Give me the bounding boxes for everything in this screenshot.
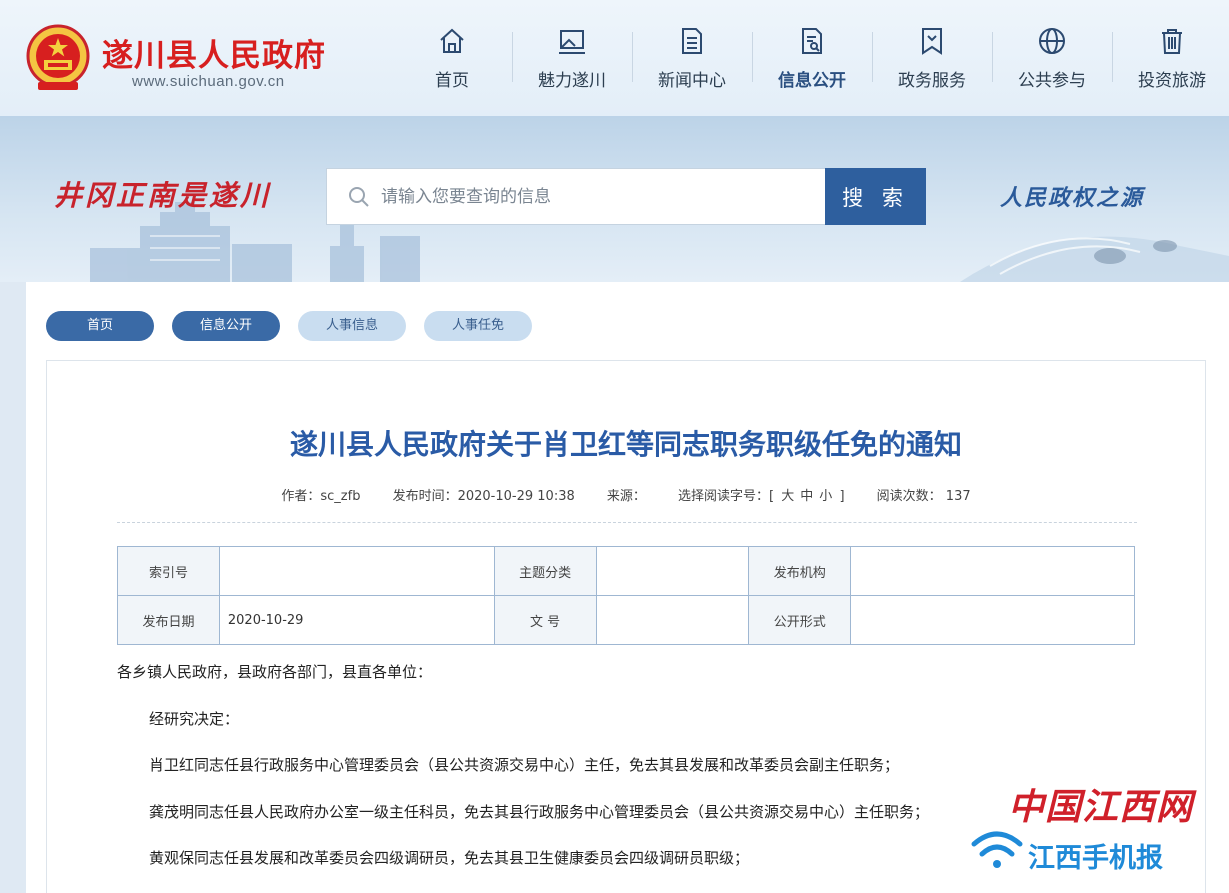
font-size-small[interactable]: 小: [819, 489, 832, 504]
font-size-medium[interactable]: 中: [800, 489, 813, 504]
search-input[interactable]: [381, 169, 811, 224]
paragraph: 黄观保同志任县发展和改革委员会四级调研员，免去其县卫生健康委员会四级调研员职级；: [149, 849, 750, 867]
bookmark-icon: [922, 28, 942, 55]
meta-source: 来源：: [606, 489, 646, 504]
search-icon: [349, 187, 369, 207]
value-disclosure-form: [850, 595, 1135, 645]
meta-author: 作者：sc_zfb: [281, 489, 361, 504]
label-disclosure-form: 公开形式: [748, 595, 852, 645]
paragraph: 龚茂明同志任县人民政府办公室一级主任科员，免去其县行政服务中心管理委员会（县公共…: [149, 802, 930, 821]
banner: 井冈正南是遂川 人民政权之源 搜 索: [0, 116, 1229, 282]
watermark-jxnews: 中国江西网: [1008, 786, 1194, 828]
label-publisher: 发布机构: [748, 546, 852, 596]
document-icon: [682, 28, 702, 54]
nav-label: 政务服务: [898, 71, 966, 91]
nav-label: 魅力遂川: [538, 71, 606, 91]
value-topic-category: [595, 546, 750, 596]
paragraph: 肖卫红同志任县行政服务中心管理委员会（县公共资源交易中心）主任，免去其县发展和改…: [149, 756, 900, 774]
nav-label: 投资旅游: [1138, 71, 1206, 91]
nav-label: 信息公开: [778, 71, 846, 91]
nav-item-participation[interactable]: 公共参与: [992, 22, 1112, 92]
meta-divider: [117, 522, 1137, 523]
breadcrumb-home[interactable]: 首页: [46, 311, 154, 341]
label-publish-date: 发布日期: [117, 595, 220, 645]
font-size-label: 选择阅读字号：[: [678, 489, 775, 504]
main-nav: 首页 魅力遂川 新闻中心 信息公开 政务服务 公共参与 投资旅游: [392, 22, 1229, 92]
nav-item-charm[interactable]: 魅力遂川: [512, 22, 632, 92]
file-search-icon: [802, 28, 822, 54]
table-row: 发布日期 2020-10-29 文 号 公开形式: [117, 595, 1135, 645]
article-body: 各乡镇人民政府，县政府各部门，县直各单位： 经研究决定： 肖卫红同志任县行政服务…: [117, 657, 1117, 890]
site-title[interactable]: 遂川县人民政府: [102, 30, 326, 75]
site-header: 遂川县人民政府 www.suichuan.gov.cn 首页 魅力遂川 新闻中心…: [0, 0, 1229, 116]
nav-item-home[interactable]: 首页: [392, 22, 512, 92]
info-table: 索引号 主题分类 发布机构 发布日期 2020-10-29 文 号 公开形式: [117, 546, 1135, 645]
breadcrumb: 首页 信息公开 人事信息 人事任免: [46, 311, 532, 341]
nav-item-info-disclosure[interactable]: 信息公开: [752, 22, 872, 92]
home-icon: [440, 28, 464, 53]
nav-label: 首页: [435, 71, 469, 91]
nav-label: 新闻中心: [658, 71, 726, 91]
paragraph-salutation: 各乡镇人民政府，县政府各部门，县直各单位：: [117, 663, 433, 681]
breadcrumb-appointments[interactable]: 人事任免: [424, 311, 532, 341]
slogan-left: 井冈正南是遂川: [54, 179, 272, 212]
search-button[interactable]: 搜 索: [825, 168, 926, 225]
label-document-number: 文 号: [493, 595, 597, 645]
watermark-jx-mobile: 江西手机报: [1028, 843, 1163, 874]
meta-font-size: 选择阅读字号：[ 大中小 ]: [678, 489, 844, 504]
signal-icon: [971, 831, 1023, 868]
meta-publish-time: 发布时间：2020-10-29 10:38: [392, 489, 575, 504]
breadcrumb-personnel-info[interactable]: 人事信息: [298, 311, 406, 341]
font-size-large[interactable]: 大: [781, 489, 794, 504]
nav-label: 公共参与: [1018, 71, 1086, 91]
slogan-right: 人民政权之源: [1000, 185, 1145, 211]
trash-icon: [1162, 29, 1182, 54]
value-publisher: [850, 546, 1135, 596]
national-emblem-icon[interactable]: [26, 24, 90, 94]
article-title: 遂川县人民政府关于肖卫红等同志职务职级任免的通知: [289, 428, 962, 461]
globe-icon: [1039, 28, 1065, 54]
nav-item-investment[interactable]: 投资旅游: [1112, 22, 1229, 92]
value-index-number: [218, 546, 495, 596]
value-publish-date: 2020-10-29: [218, 595, 495, 645]
table-row: 索引号 主题分类 发布机构: [117, 546, 1135, 596]
label-index-number: 索引号: [117, 546, 220, 596]
paragraph: 经研究决定：: [149, 709, 240, 728]
value-document-number: [595, 595, 750, 645]
watermark: 中国江西网 江西手机报: [968, 778, 1198, 878]
label-topic-category: 主题分类: [493, 546, 597, 596]
site-url: www.suichuan.gov.cn: [132, 73, 285, 90]
meta-read-count: 阅读次数： 137: [876, 489, 971, 504]
font-size-end: ]: [839, 489, 845, 504]
landscape-icon: [559, 30, 585, 54]
nav-item-gov-service[interactable]: 政务服务: [872, 22, 992, 92]
nav-item-news[interactable]: 新闻中心: [632, 22, 752, 92]
article-meta: 作者：sc_zfb 发布时间：2020-10-29 10:38 来源： 选择阅读…: [47, 485, 1205, 504]
breadcrumb-info-disclosure[interactable]: 信息公开: [172, 311, 280, 341]
search-box: [326, 168, 826, 225]
